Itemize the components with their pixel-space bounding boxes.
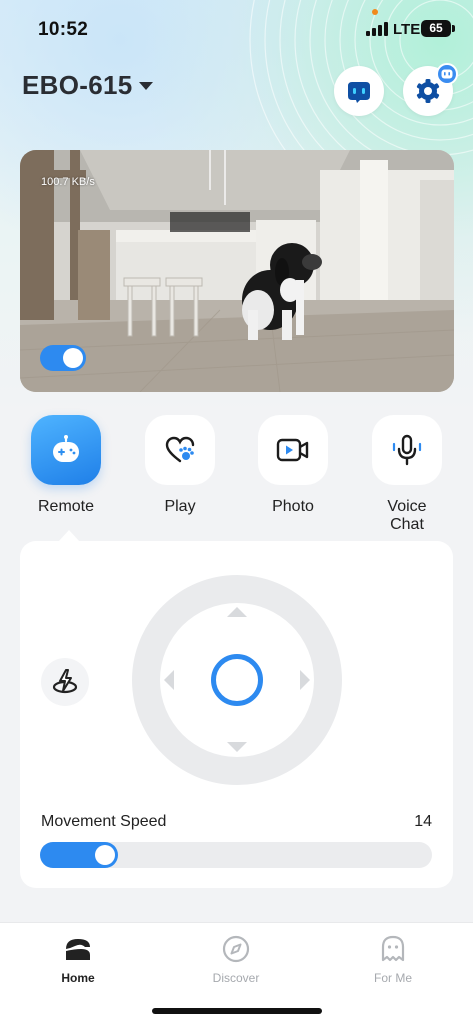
video-camera-icon <box>276 438 309 462</box>
status-bar: 10:52 LTE 65 <box>0 0 473 56</box>
direction-joystick[interactable] <box>132 575 342 785</box>
device-name[interactable]: EBO-615 <box>22 70 132 101</box>
nav-home-label: Home <box>61 971 95 985</box>
arrow-left-icon[interactable] <box>164 670 174 690</box>
compass-icon <box>222 935 250 963</box>
robot-face-icon <box>441 69 453 79</box>
photo-tile[interactable] <box>258 415 328 485</box>
joystick-knob[interactable] <box>211 654 263 706</box>
movement-speed-slider[interactable] <box>40 842 432 868</box>
nav-for-me-label: For Me <box>373 971 412 985</box>
jump-button[interactable] <box>41 658 89 706</box>
network-type: LTE <box>393 21 421 38</box>
tab-remote-label: Remote <box>37 498 95 515</box>
home-icon <box>66 939 90 960</box>
robot-face-icon <box>348 82 370 103</box>
battery-level: 65 <box>429 21 443 35</box>
slider-thumb[interactable] <box>95 845 115 865</box>
arrow-right-icon[interactable] <box>300 670 310 690</box>
notification-badge <box>436 63 458 85</box>
nav-for-me[interactable]: For Me <box>343 933 443 985</box>
arrow-down-icon[interactable] <box>227 742 247 752</box>
ghost-icon <box>381 935 405 962</box>
nav-discover[interactable]: Discover <box>186 933 286 985</box>
heart-paw-icon <box>165 436 195 463</box>
toggle-knob <box>63 348 83 368</box>
tab-voice-chat[interactable]: Voice Chat <box>367 415 447 534</box>
arrow-up-icon[interactable] <box>227 607 247 617</box>
tab-play[interactable]: Play <box>140 415 220 516</box>
jump-icon <box>52 669 78 694</box>
remote-panel: Movement Speed 14 <box>20 541 453 888</box>
bitrate-readout: 100.7 KB/s <box>41 176 95 188</box>
tab-photo-label: Photo <box>272 498 314 515</box>
home-indicator <box>152 1008 322 1014</box>
tab-play-label: Play <box>164 498 196 515</box>
camera-toggle[interactable] <box>40 345 86 371</box>
movement-speed-label: Movement Speed <box>41 813 167 830</box>
privacy-indicator-dot <box>372 9 378 15</box>
tab-photo[interactable]: Photo <box>253 415 333 516</box>
nav-home[interactable]: Home <box>28 933 128 985</box>
nav-discover-label: Discover <box>212 971 260 985</box>
device-dropdown-caret-icon[interactable] <box>139 82 153 90</box>
cellular-signal-icon <box>366 22 388 36</box>
voice-chat-tile[interactable] <box>372 415 442 485</box>
status-time: 10:52 <box>38 19 89 40</box>
movement-speed-value: 14 <box>414 813 432 830</box>
play-tile[interactable] <box>145 415 215 485</box>
battery-icon: 65 <box>421 20 455 37</box>
tab-voice-chat-label: Voice Chat <box>387 498 427 533</box>
camera-feed[interactable]: 100.7 KB/s <box>20 150 454 392</box>
gamepad-icon <box>53 435 79 462</box>
remote-tile[interactable] <box>31 415 101 485</box>
microphone-icon <box>392 434 422 466</box>
robot-button[interactable] <box>334 66 384 116</box>
tab-remote[interactable]: Remote <box>26 415 106 516</box>
